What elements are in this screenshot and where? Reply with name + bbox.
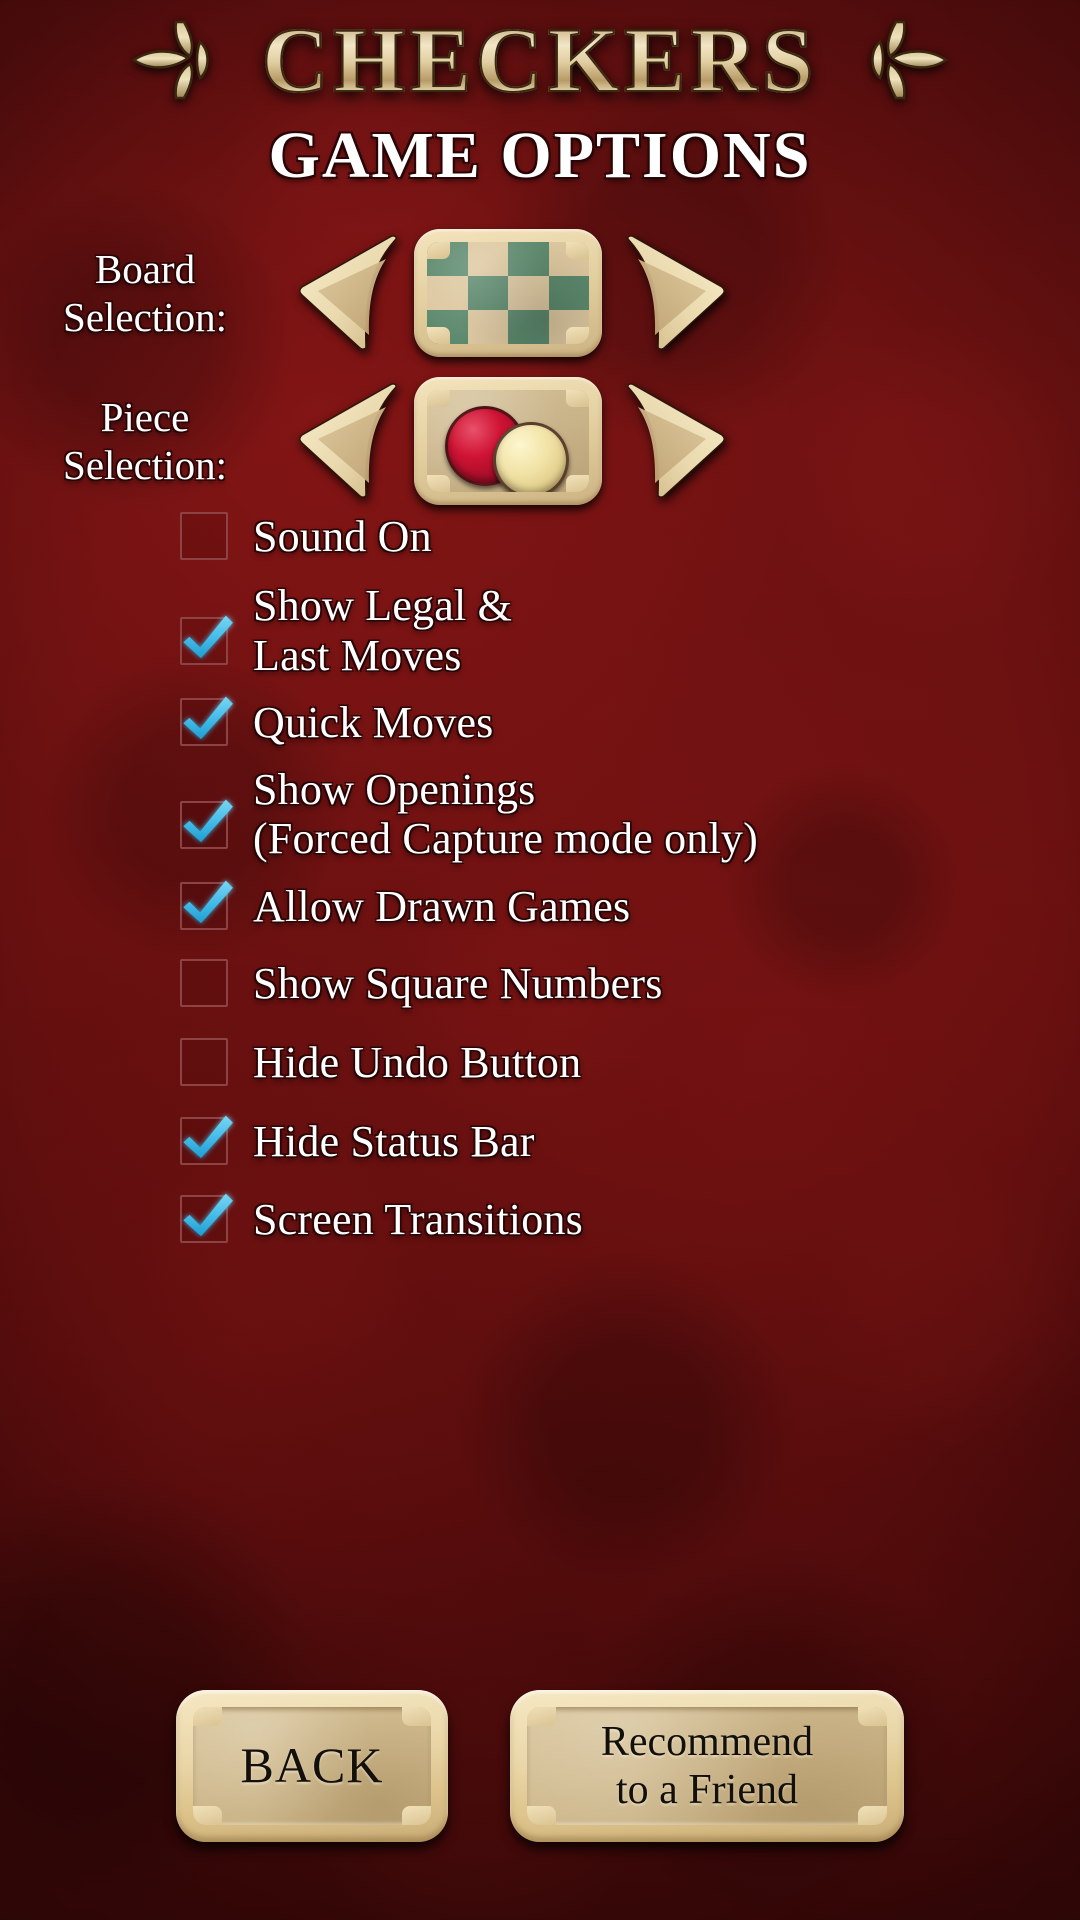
fleur-ornament-right-icon <box>871 20 949 100</box>
board-checkerboard-pattern <box>427 242 589 344</box>
option-label-sound-on: Sound On <box>253 512 432 561</box>
board-preview-thumbnail[interactable] <box>414 229 602 357</box>
checkmark-icon <box>183 615 233 659</box>
checkmark-icon <box>183 799 233 843</box>
page-title: GAME OPTIONS <box>268 119 812 192</box>
option-label-allow-drawn-games: Allow Drawn Games <box>253 882 630 931</box>
option-row-screen-transitions[interactable]: Screen Transitions <box>180 1193 1040 1244</box>
option-label-line1: Hide Undo Button <box>253 1038 582 1088</box>
board-preview-inner <box>427 242 589 344</box>
piece-prev-arrow-button[interactable] <box>296 381 406 501</box>
checkmark-icon <box>183 1116 233 1159</box>
back-button-label: BACK <box>241 1737 384 1795</box>
option-label-line1: Hide Status Bar <box>253 1117 535 1167</box>
option-row-sound-on[interactable]: Sound On <box>180 512 1040 561</box>
checkmark-icon <box>183 696 233 739</box>
back-button-label-line1: BACK <box>240 1737 384 1794</box>
option-label-line2: (Forced Capture mode only) <box>253 814 758 864</box>
option-label-line1: Quick Moves <box>253 697 494 747</box>
board-next-arrow-button[interactable] <box>618 233 728 353</box>
option-label-line1: Screen Transitions <box>253 1194 583 1244</box>
cream-checker-piece-icon <box>493 422 569 492</box>
option-label-hide-status-bar: Hide Status Bar <box>253 1117 535 1166</box>
option-label-hide-undo-button: Hide Undo Button <box>253 1038 581 1087</box>
options-list: Sound On Show Legal & Last Moves Quick M… <box>180 512 1040 1258</box>
title-bar: CHECKERS <box>0 6 1080 114</box>
fleur-ornament-left-icon <box>131 20 209 100</box>
checkbox-show-openings[interactable] <box>180 799 233 850</box>
option-label-line1: Show Square Numbers <box>253 958 663 1008</box>
piece-selection-label-line2: Selection: <box>63 442 227 488</box>
option-label-line1: Show Legal & <box>253 581 513 631</box>
option-label-line1: Show Openings <box>253 765 536 815</box>
back-button[interactable]: BACK <box>176 1690 448 1842</box>
button-bar: BACK Recommend to a Friend <box>0 1690 1080 1842</box>
checkmark-icon <box>183 1193 233 1236</box>
piece-next-arrow-button[interactable] <box>618 381 728 501</box>
piece-selection-label-line1: Piece <box>100 393 190 440</box>
checkbox-hide-undo-button[interactable] <box>180 1038 228 1087</box>
option-label-screen-transitions: Screen Transitions <box>253 1195 583 1244</box>
recommend-to-a-friend-button[interactable]: Recommend to a Friend <box>510 1690 904 1842</box>
option-label-line1: Sound On <box>253 512 432 561</box>
checkbox-show-square-numbers[interactable] <box>180 958 228 1007</box>
option-label-show-openings: Show Openings (Forced Capture mode only) <box>253 765 758 864</box>
option-label-line2: Last Moves <box>253 630 462 680</box>
recommend-button-label: Recommend to a Friend <box>601 1718 813 1815</box>
option-row-show-legal[interactable]: Show Legal & Last Moves <box>180 581 1040 680</box>
game-logo: CHECKERS <box>258 13 822 107</box>
recommend-button-label-line1: Recommend <box>600 1718 814 1765</box>
checkbox-show-legal[interactable] <box>180 615 233 666</box>
recommend-button-label-line2: to a Friend <box>616 1767 798 1813</box>
option-row-hide-undo-button[interactable]: Hide Undo Button <box>180 1038 1040 1087</box>
board-selection-row: Board Selection: <box>0 218 1080 368</box>
option-label-line1: Allow Drawn Games <box>253 881 631 931</box>
option-row-allow-drawn-games[interactable]: Allow Drawn Games <box>180 880 1040 931</box>
piece-selection-label: Piece Selection: <box>0 393 290 490</box>
checkmark-icon <box>183 880 233 923</box>
game-options-screen: CHECKERS GAME OPTIONS Board Selection: P… <box>0 0 1080 1920</box>
piece-preview-thumbnail[interactable] <box>414 377 602 505</box>
option-label-quick-moves: Quick Moves <box>253 698 494 747</box>
option-row-quick-moves[interactable]: Quick Moves <box>180 696 1040 747</box>
checkbox-sound-on[interactable] <box>180 512 228 560</box>
board-selection-label: Board Selection: <box>0 245 290 342</box>
option-row-show-square-numbers[interactable]: Show Square Numbers <box>180 958 1040 1008</box>
board-selection-label-line2: Selection: <box>63 294 227 340</box>
option-row-show-openings[interactable]: Show Openings (Forced Capture mode only) <box>180 765 1040 864</box>
checkbox-allow-drawn-games[interactable] <box>180 880 233 930</box>
board-selection-label-line1: Board <box>94 245 196 292</box>
option-label-show-square-numbers: Show Square Numbers <box>253 959 663 1008</box>
checkbox-hide-status-bar[interactable] <box>180 1116 233 1166</box>
option-row-hide-status-bar[interactable]: Hide Status Bar <box>180 1116 1040 1166</box>
option-label-show-legal: Show Legal & Last Moves <box>253 581 512 680</box>
piece-selection-row: Piece Selection: <box>0 366 1080 516</box>
piece-preview-inner <box>427 390 589 492</box>
checkbox-quick-moves[interactable] <box>180 696 233 746</box>
board-prev-arrow-button[interactable] <box>296 233 406 353</box>
checkbox-screen-transitions[interactable] <box>180 1193 233 1243</box>
